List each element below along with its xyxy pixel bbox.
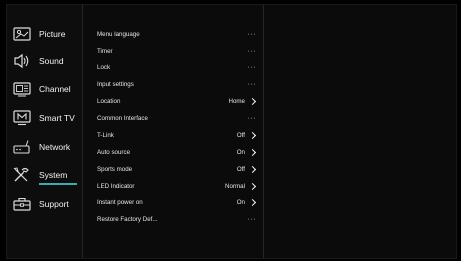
chevron-right-icon [248, 165, 257, 173]
chevron-right-icon [248, 131, 257, 139]
setting-label: Sports mode [97, 165, 133, 173]
setting-row-lock[interactable]: Lock ··· [97, 59, 257, 75]
more-icon: ··· [247, 215, 256, 223]
network-icon [13, 139, 31, 155]
setting-row-sports-mode[interactable]: Sports mode Off [97, 161, 257, 177]
setting-label: T-Link [97, 131, 114, 139]
setting-label: Location [97, 97, 121, 105]
setting-row-timer[interactable]: Timer ··· [97, 43, 257, 59]
chevron-right-icon [248, 182, 257, 190]
sidebar-item-label: Sound [39, 56, 64, 66]
setting-label: Common Interface [97, 114, 148, 122]
detail-pane [264, 5, 456, 258]
setting-label: Auto source [97, 148, 131, 156]
system-settings-list: Menu language ··· Timer ··· Lock ··· Inp… [83, 5, 264, 258]
sidebar-item-support[interactable]: Support [13, 192, 79, 216]
setting-row-instant-power-on[interactable]: Instant power on On [97, 194, 257, 210]
setting-label: Menu language [97, 30, 140, 38]
setting-row-led-indicator[interactable]: LED Indicator Normal [97, 178, 257, 194]
sidebar-item-label: System [39, 170, 68, 180]
sidebar-item-network[interactable]: Network [13, 135, 79, 159]
tools-icon [13, 167, 31, 183]
smart-tv-icon [13, 110, 31, 126]
category-sidebar: Picture Sound Channel Smart TV Network S… [7, 5, 83, 258]
settings-menu: Picture Sound Channel Smart TV Network S… [6, 4, 457, 259]
channel-icon [13, 81, 31, 97]
setting-value: On [236, 198, 245, 206]
setting-label: Input settings [97, 80, 134, 88]
setting-value: Normal [225, 182, 245, 190]
setting-row-input-settings[interactable]: Input settings ··· [97, 76, 257, 92]
more-icon: ··· [247, 30, 256, 38]
sidebar-item-smart-tv[interactable]: Smart TV [13, 106, 79, 130]
chevron-right-icon [248, 97, 257, 105]
tv-screen: Picture Sound Channel Smart TV Network S… [0, 0, 461, 261]
picture-icon [13, 26, 31, 42]
sidebar-item-label: Support [39, 199, 69, 209]
setting-row-auto-source[interactable]: Auto source On [97, 144, 257, 160]
sidebar-item-sound[interactable]: Sound [13, 49, 79, 73]
speaker-icon [13, 53, 31, 69]
setting-value: Off [236, 165, 245, 173]
sidebar-item-label: Picture [39, 29, 66, 39]
sidebar-item-label: Network [39, 142, 71, 152]
setting-row-menu-language[interactable]: Menu language ··· [97, 26, 257, 42]
setting-value: Off [236, 131, 245, 139]
sidebar-item-picture[interactable]: Picture [13, 22, 79, 46]
setting-row-location[interactable]: Location Home [97, 93, 257, 109]
more-icon: ··· [247, 80, 256, 88]
setting-row-restore-factory-default[interactable]: Restore Factory Def... ··· [97, 211, 257, 227]
more-icon: ··· [247, 114, 256, 122]
setting-row-common-interface[interactable]: Common Interface ··· [97, 110, 257, 126]
setting-value: On [236, 148, 245, 156]
sidebar-item-channel[interactable]: Channel [13, 77, 79, 101]
selection-indicator [39, 183, 77, 185]
setting-label: Restore Factory Def... [97, 215, 158, 223]
setting-label: LED Indicator [97, 182, 135, 190]
setting-label: Instant power on [97, 198, 143, 206]
setting-label: Lock [97, 63, 111, 71]
more-icon: ··· [247, 63, 256, 71]
chevron-right-icon [248, 198, 257, 206]
sidebar-item-label: Smart TV [39, 113, 75, 123]
more-icon: ··· [247, 47, 256, 55]
sidebar-item-label: Channel [39, 84, 71, 94]
setting-label: Timer [97, 47, 113, 55]
setting-value: Home [228, 97, 245, 105]
setting-row-t-link[interactable]: T-Link Off [97, 127, 257, 143]
chevron-right-icon [248, 148, 257, 156]
toolbox-icon [13, 196, 31, 212]
